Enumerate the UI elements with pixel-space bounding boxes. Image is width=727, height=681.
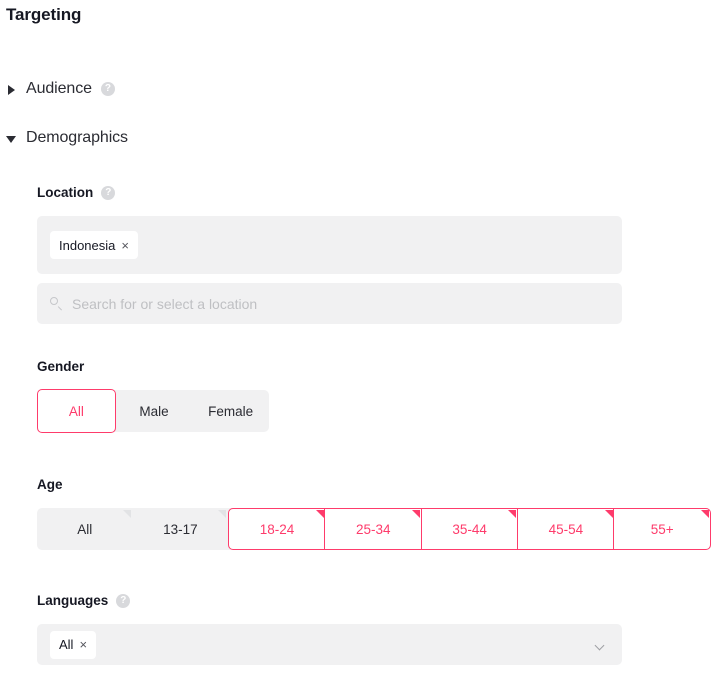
corner-marker-icon bbox=[218, 510, 227, 518]
age-option-18-24[interactable]: 18-24 bbox=[228, 508, 326, 550]
age-label-text: Age bbox=[37, 477, 63, 492]
gender-label-text: Gender bbox=[37, 359, 85, 374]
help-icon-audience[interactable]: ? bbox=[100, 82, 115, 96]
close-icon[interactable]: × bbox=[121, 239, 129, 252]
age-option-45-54[interactable]: 45-54 bbox=[517, 508, 615, 550]
languages-select-field[interactable]: All × bbox=[37, 624, 622, 665]
gender-option-female[interactable]: Female bbox=[192, 390, 269, 432]
age-option-25-34-label: 25-34 bbox=[356, 521, 391, 537]
gender-option-male[interactable]: Male bbox=[116, 390, 193, 432]
age-option-25-34[interactable]: 25-34 bbox=[324, 508, 423, 550]
location-label-text: Location bbox=[37, 185, 94, 200]
field-label-age: Age bbox=[37, 477, 63, 492]
location-search-input[interactable]: Search for or select a location bbox=[37, 283, 622, 324]
field-label-languages: Languages ? bbox=[37, 593, 131, 608]
corner-marker-selected-icon bbox=[315, 510, 324, 518]
age-segmented-control: All 13-17 18-24 25-34 35-44 45-54 55+ bbox=[37, 508, 711, 550]
gender-option-all[interactable]: All bbox=[37, 389, 116, 433]
help-icon-languages[interactable]: ? bbox=[116, 593, 131, 608]
page-title: Targeting bbox=[6, 5, 82, 24]
age-option-55-plus-label: 55+ bbox=[650, 521, 674, 537]
age-option-55-plus[interactable]: 55+ bbox=[613, 508, 711, 550]
language-tag-label: All bbox=[59, 637, 74, 652]
section-label-audience: Audience bbox=[26, 80, 92, 97]
field-label-gender: Gender bbox=[37, 359, 84, 374]
section-label-demographics: Demographics bbox=[26, 129, 128, 146]
section-header-audience[interactable]: Audience ? bbox=[6, 80, 115, 98]
age-option-35-44[interactable]: 35-44 bbox=[420, 508, 519, 550]
languages-label-text: Languages bbox=[37, 593, 109, 608]
location-tag-indonesia[interactable]: Indonesia × bbox=[50, 231, 138, 259]
age-option-13-17[interactable]: 13-17 bbox=[133, 508, 229, 550]
corner-marker-icon bbox=[122, 510, 131, 518]
location-search-placeholder: Search for or select a location bbox=[72, 295, 258, 312]
corner-marker-selected-icon bbox=[604, 510, 613, 518]
help-icon-location[interactable]: ? bbox=[101, 185, 116, 200]
age-option-35-44-label: 35-44 bbox=[452, 521, 487, 537]
chevron-down-icon[interactable] bbox=[6, 133, 17, 144]
chevron-down-icon[interactable] bbox=[596, 642, 606, 648]
age-option-18-24-label: 18-24 bbox=[259, 521, 295, 537]
location-tags-field[interactable]: Indonesia × bbox=[37, 216, 622, 274]
age-option-13-17-label: 13-17 bbox=[163, 521, 198, 537]
field-label-location: Location ? bbox=[37, 185, 116, 200]
corner-marker-selected-icon bbox=[412, 510, 421, 518]
language-tag-all[interactable]: All × bbox=[50, 630, 97, 659]
location-tag-label: Indonesia bbox=[59, 237, 116, 253]
age-option-45-54-label: 45-54 bbox=[548, 521, 584, 537]
corner-marker-selected-icon bbox=[700, 510, 709, 518]
age-option-all[interactable]: All bbox=[37, 508, 133, 550]
close-icon[interactable]: × bbox=[79, 638, 87, 651]
age-option-all-label: All bbox=[77, 521, 93, 537]
search-icon bbox=[50, 297, 63, 310]
chevron-right-icon[interactable] bbox=[6, 84, 17, 95]
gender-segmented-control: All Male Female bbox=[37, 389, 269, 433]
corner-marker-selected-icon bbox=[508, 510, 517, 518]
section-header-demographics[interactable]: Demographics bbox=[6, 129, 128, 147]
